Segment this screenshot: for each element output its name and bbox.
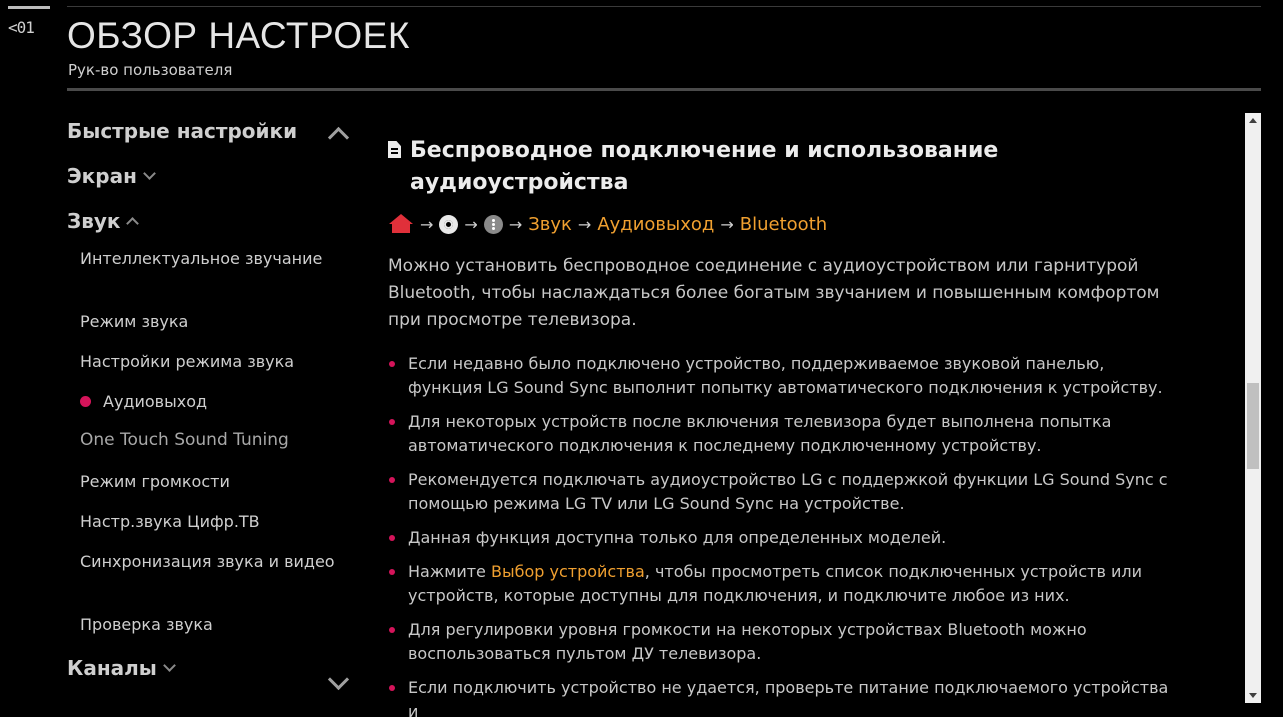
list-item: Если подключить устройство не удается, п… xyxy=(388,676,1178,717)
header-divider xyxy=(67,88,1261,91)
active-dot-icon xyxy=(80,396,91,407)
path-arrow: → xyxy=(464,214,478,234)
list-item: Для регулировки уровня громкости на неко… xyxy=(388,618,1178,666)
list-item: Если недавно было подключено устройство,… xyxy=(388,352,1178,400)
path-item-audio-output[interactable]: Аудиовыход xyxy=(597,214,714,235)
settings-path: → → → Звук → Аудиовыход → Bluetooth xyxy=(388,211,1178,237)
sidebar-item-audio-output[interactable]: Аудиовыход xyxy=(80,390,350,413)
article-title: Беспроводное подключение и использование… xyxy=(388,135,1178,199)
path-arrow: → xyxy=(577,214,592,234)
path-item-bluetooth[interactable]: Bluetooth xyxy=(740,214,827,235)
settings-guide-screen: <01 ОБЗОР НАСТРОЕК Рук-во пользователя Б… xyxy=(0,0,1283,717)
sidebar-item-sound-mode-settings[interactable]: Настройки режима звука xyxy=(80,350,350,373)
sidebar-category-channels[interactable]: Каналы xyxy=(67,656,176,680)
doc-icon xyxy=(388,141,401,158)
sidebar-item-av-sync[interactable]: Синхронизация звука и видео xyxy=(80,550,350,573)
sidebar-item-label: Аудиовыход xyxy=(103,392,208,411)
sidebar-item-digital-tv-sound[interactable]: Настр.звука Цифр.ТВ xyxy=(80,510,350,533)
content-scrollbar[interactable] xyxy=(1245,113,1261,703)
sidebar: Быстрые настройки Экран Звук Интеллектуа… xyxy=(67,112,357,712)
path-arrow: → xyxy=(720,214,734,234)
gear-icon xyxy=(439,214,459,234)
header-top-line xyxy=(67,6,1261,7)
chevron-down-icon xyxy=(163,659,176,672)
sidebar-category-quick[interactable]: Быстрые настройки xyxy=(67,119,297,143)
list-item: Рекомендуется подключать аудиоустройство… xyxy=(388,468,1178,516)
path-arrow: → xyxy=(508,214,523,234)
sidebar-category-label: Каналы xyxy=(67,656,157,680)
chevron-up-icon[interactable] xyxy=(327,126,350,149)
sidebar-category-label: Быстрые настройки xyxy=(67,119,298,143)
sidebar-category-label: Экран xyxy=(67,164,137,188)
more-icon xyxy=(483,214,503,234)
sidebar-item-sound-test[interactable]: Проверка звука xyxy=(80,613,350,636)
page-title: ОБЗОР НАСТРОЕК xyxy=(67,15,410,56)
list-item: Данная функция доступна только для опред… xyxy=(388,526,1178,550)
back-button[interactable]: <01 xyxy=(6,6,50,42)
article-bullets: Если недавно было подключено устройство,… xyxy=(388,352,1178,717)
list-item: Для некоторых устройств после включения … xyxy=(388,410,1178,458)
scroll-thumb[interactable] xyxy=(1247,383,1259,469)
sidebar-item-one-touch-sound-tuning[interactable]: One Touch Sound Tuning xyxy=(80,429,350,452)
scroll-up-icon[interactable] xyxy=(1249,118,1257,123)
chevron-down-icon xyxy=(143,167,156,180)
chevron-up-icon xyxy=(126,216,140,230)
back-label: <01 xyxy=(8,18,35,37)
sidebar-category-label: Звук xyxy=(67,209,121,233)
back-bar xyxy=(8,6,50,9)
path-arrow: → xyxy=(420,214,434,234)
sidebar-category-screen[interactable]: Экран xyxy=(67,164,156,188)
sidebar-item-volume-mode[interactable]: Режим громкости xyxy=(80,470,350,493)
article-intro: Можно установить беспроводное соединение… xyxy=(388,256,1160,330)
list-item: Нажмите Выбор устройства, чтобы просмотр… xyxy=(388,560,1178,608)
scroll-down-icon[interactable] xyxy=(1249,693,1257,698)
device-select-link[interactable]: Выбор устройства xyxy=(491,562,645,581)
sidebar-item-sound-mode[interactable]: Режим звука xyxy=(80,310,350,333)
chevron-down-icon[interactable] xyxy=(327,668,350,691)
article-title-text: Беспроводное подключение и использование… xyxy=(410,138,999,195)
path-item-sound[interactable]: Звук xyxy=(528,214,572,235)
home-icon xyxy=(388,214,414,234)
page-subtitle: Рук-во пользователя xyxy=(68,61,233,79)
sidebar-category-sound[interactable]: Звук xyxy=(67,209,140,233)
article-content: Беспроводное подключение и использование… xyxy=(388,135,1178,717)
sidebar-item-smart-sound[interactable]: Интеллектуальное звучание xyxy=(80,247,350,270)
